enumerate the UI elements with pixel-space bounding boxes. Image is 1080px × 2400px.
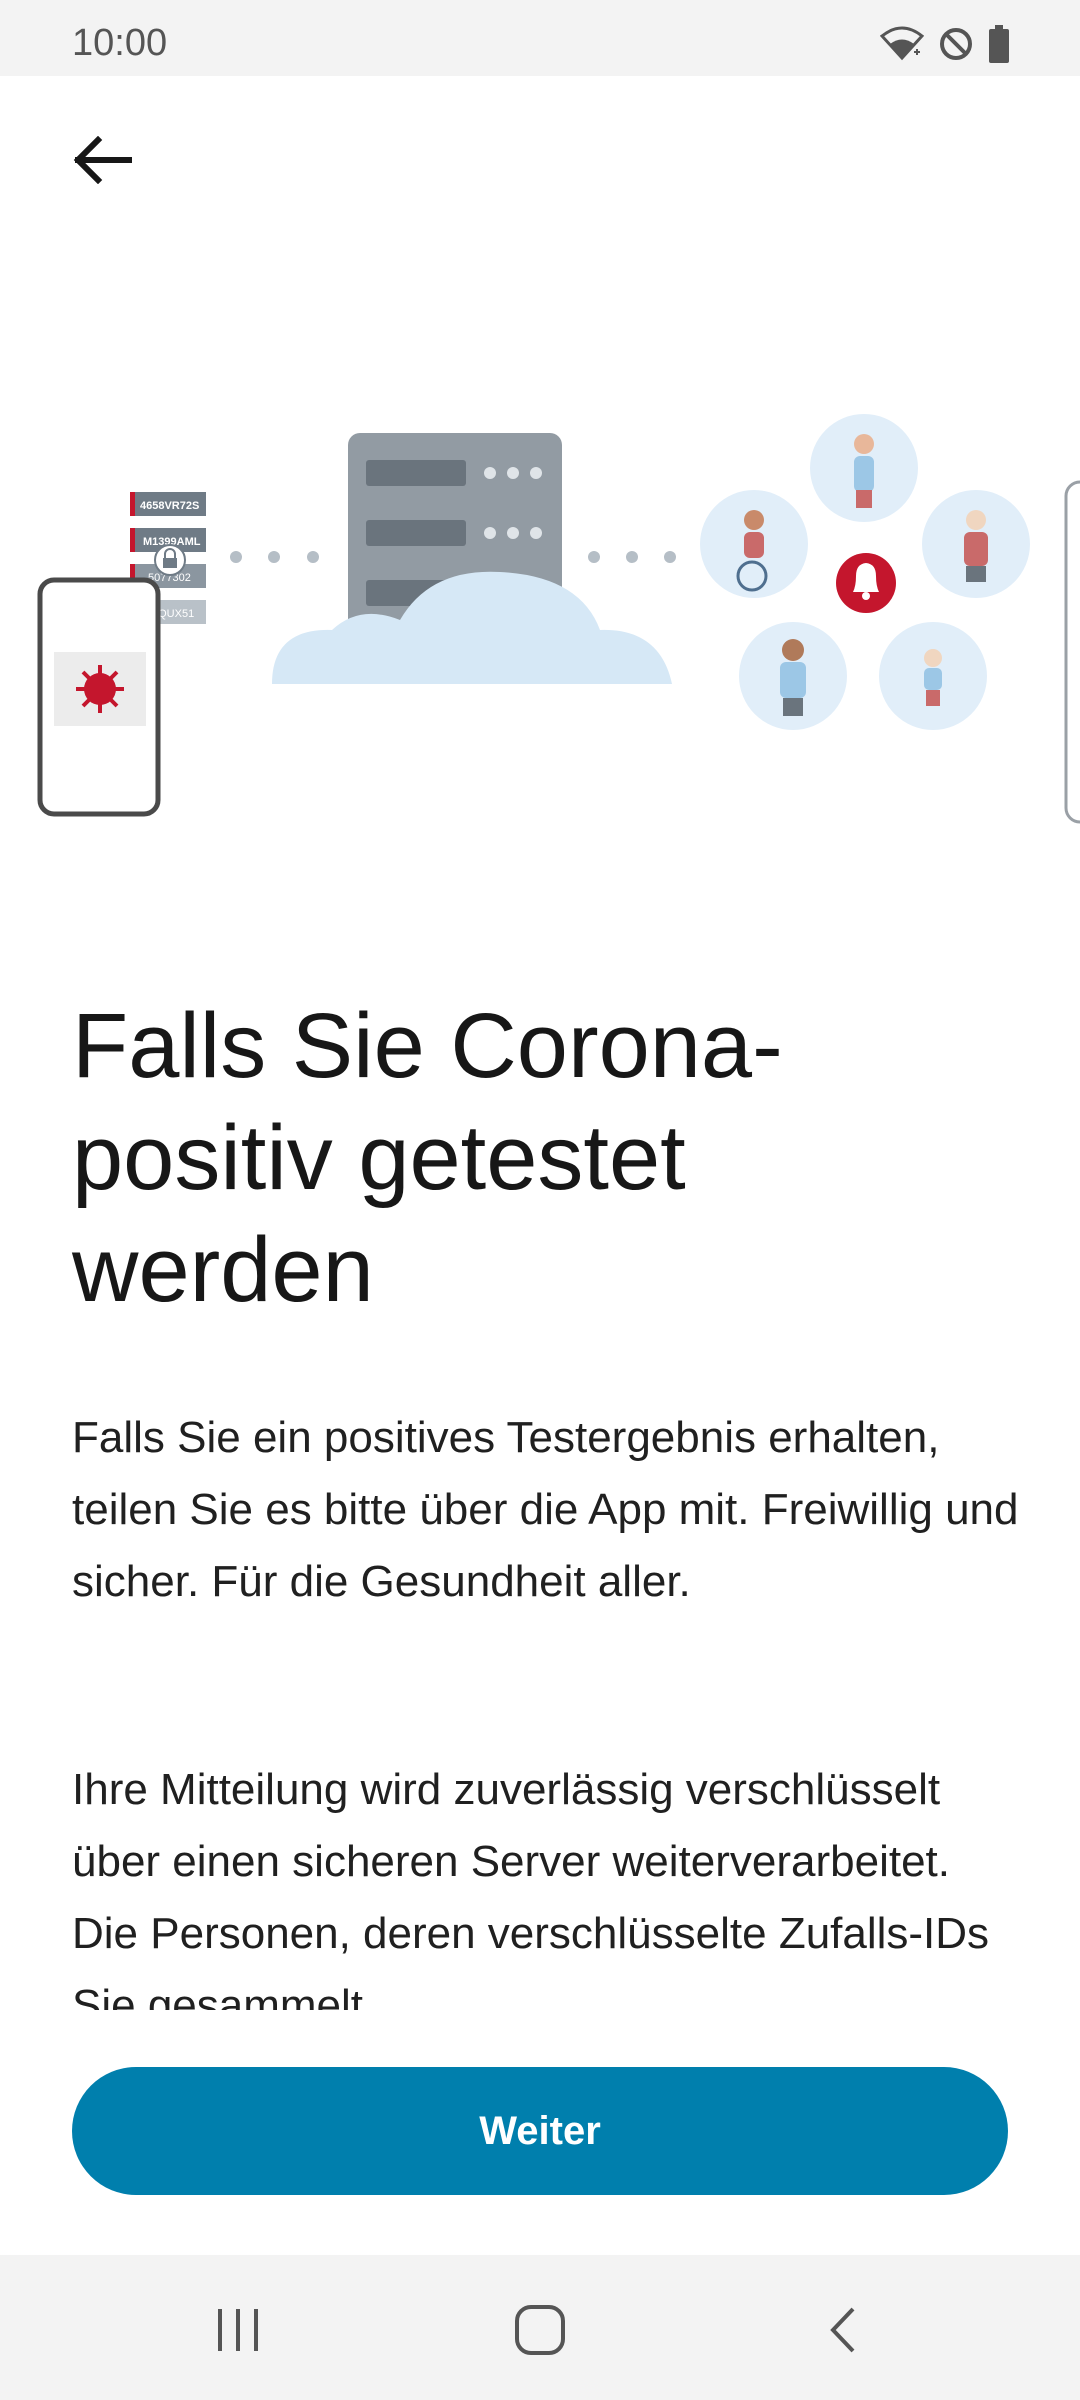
- next-page-peek: [1064, 480, 1080, 824]
- back-button[interactable]: [60, 118, 144, 202]
- body-paragraph-1: Falls Sie ein positives Testergebnis erh…: [72, 1413, 1019, 1606]
- home-button[interactable]: [490, 2285, 590, 2375]
- system-back-button[interactable]: [793, 2285, 893, 2375]
- content-scroll-area[interactable]: 4658VR72S M1399AML 5077302 4QUX51 Falls …: [0, 0, 1080, 2010]
- illustration: 4658VR72S M1399AML 5077302 4QUX51: [37, 414, 1080, 824]
- back-icon: [830, 2307, 855, 2353]
- recents-button[interactable]: [188, 2285, 288, 2375]
- weiter-button[interactable]: Weiter: [72, 2067, 1008, 2195]
- id-label-1: 4658VR72S: [140, 500, 199, 512]
- virus-icon: [76, 665, 124, 713]
- system-navigation-bar: [0, 2255, 1080, 2400]
- arrow-left-icon: [73, 136, 132, 184]
- phone-illustration: [37, 577, 161, 817]
- home-icon: [515, 2305, 565, 2355]
- cloud-illustration: [272, 571, 672, 684]
- connection-dots-right: [588, 551, 676, 563]
- recents-icon: [218, 2309, 258, 2351]
- connection-dots-left: [230, 551, 319, 563]
- page-title: Falls Sie Corona-positiv getestet werden: [72, 995, 783, 1321]
- people-illustration: [700, 414, 1030, 730]
- body-paragraph-2: Ihre Mitteilung wird zuverlässig verschl…: [72, 1765, 990, 2010]
